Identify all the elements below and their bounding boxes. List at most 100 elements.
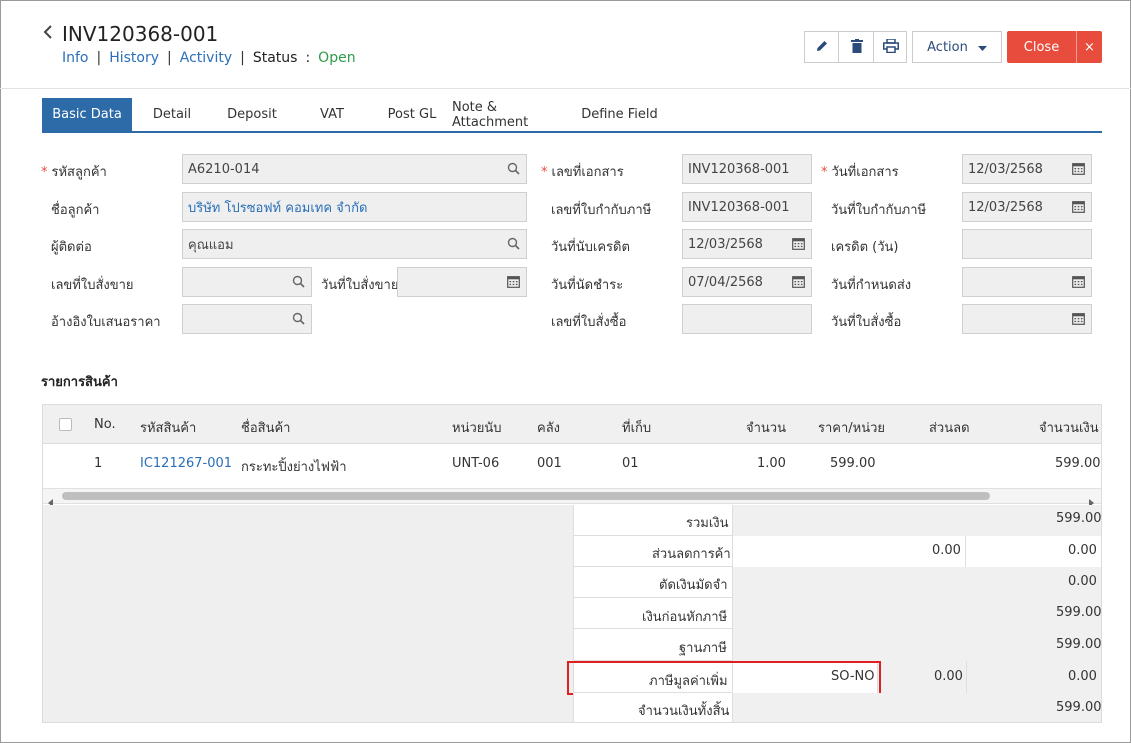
col-header-quantity[interactable]: จำนวน bbox=[746, 417, 786, 438]
credit-start-field[interactable]: 12/03/2568 bbox=[682, 229, 812, 259]
row-item-name: กระทะปิ้งย่างไฟฟ้า bbox=[241, 460, 347, 475]
row-item-code-link[interactable]: IC121267-001 bbox=[140, 456, 232, 471]
printer-icon bbox=[882, 37, 899, 57]
document-number: INV120368-001 bbox=[62, 22, 219, 46]
grand-total-value: 599.00 bbox=[1056, 700, 1102, 715]
tab-basic-data[interactable]: Basic Data bbox=[42, 98, 132, 131]
col-header-discount[interactable]: ส่วนลด bbox=[929, 417, 970, 438]
vat-rate-value: 0.00 bbox=[934, 669, 963, 684]
select-all-checkbox[interactable] bbox=[59, 418, 72, 431]
total-field bbox=[732, 505, 1101, 536]
search-icon[interactable] bbox=[292, 275, 305, 292]
customer-name-field[interactable]: บริษัท โปรซอฟท์ คอมเทค จำกัด bbox=[182, 192, 527, 222]
tab-note-attachment[interactable]: Note & Attachment bbox=[452, 98, 572, 131]
contact-value: คุณแอม bbox=[188, 237, 234, 253]
customer-code-field[interactable]: A6210-014 bbox=[182, 154, 527, 184]
credit-start-label: วันที่นับเครดิต bbox=[551, 240, 630, 255]
close-icon[interactable]: × bbox=[1076, 31, 1102, 63]
scrollbar-thumb[interactable] bbox=[62, 492, 990, 500]
grand-total-label: จำนวนเงินทั้งสิ้น bbox=[638, 704, 730, 719]
calendar-icon[interactable] bbox=[1072, 162, 1085, 179]
close-label: Close bbox=[1023, 39, 1060, 55]
calendar-icon[interactable] bbox=[792, 275, 805, 292]
tax-invoice-date-label: วันที่ใบกำกับภาษี bbox=[831, 203, 927, 218]
delivery-date-label: วันที่กำหนดส่ง bbox=[831, 278, 912, 293]
row-warehouse: 001 bbox=[537, 456, 562, 471]
delete-button[interactable] bbox=[839, 31, 874, 63]
vat-amount-value: 0.00 bbox=[1068, 669, 1097, 684]
col-header-no[interactable]: No. bbox=[94, 417, 116, 432]
tab-deposit[interactable]: Deposit bbox=[212, 98, 292, 131]
search-icon[interactable] bbox=[507, 162, 520, 179]
po-number-field[interactable] bbox=[682, 304, 812, 334]
vat-highlight-box bbox=[567, 661, 881, 695]
trade-discount-pct: 0.00 bbox=[932, 543, 961, 558]
doc-date-label: * วันที่เอกสาร bbox=[821, 165, 899, 180]
col-header-item-name[interactable]: ชื่อสินค้า bbox=[241, 417, 290, 438]
col-header-unit-price[interactable]: ราคา/หน่วย bbox=[818, 417, 885, 438]
row-unit-price: 599.00 bbox=[830, 456, 876, 471]
action-dropdown[interactable]: Action bbox=[912, 31, 1002, 63]
doc-date-value: 12/03/2568 bbox=[968, 161, 1043, 177]
row-location: 01 bbox=[622, 456, 639, 471]
tab-vat[interactable]: VAT bbox=[292, 98, 372, 131]
tax-invoice-number-field[interactable]: INV120368-001 bbox=[682, 192, 812, 222]
calendar-icon[interactable] bbox=[1072, 312, 1085, 329]
customer-code-value: A6210-014 bbox=[188, 161, 260, 177]
so-number-field[interactable] bbox=[182, 267, 312, 297]
calendar-icon[interactable] bbox=[507, 275, 520, 292]
search-icon[interactable] bbox=[292, 312, 305, 329]
so-date-field[interactable] bbox=[397, 267, 527, 297]
close-button[interactable]: Close × bbox=[1007, 31, 1102, 63]
tab-post-gl[interactable]: Post GL bbox=[372, 98, 452, 131]
col-header-warehouse[interactable]: คลัง bbox=[537, 417, 560, 438]
calendar-icon[interactable] bbox=[1072, 275, 1085, 292]
so-number-label: เลขที่ใบสั่งขาย bbox=[51, 278, 134, 293]
info-link[interactable]: Info bbox=[62, 50, 89, 66]
nav-separator: | bbox=[167, 50, 172, 66]
doc-number-label: * เลขที่เอกสาร bbox=[541, 165, 624, 180]
col-header-unit[interactable]: หน่วยนับ bbox=[452, 417, 502, 438]
trade-discount-pct-field[interactable] bbox=[732, 536, 965, 567]
contact-field[interactable]: คุณแอม bbox=[182, 229, 527, 259]
col-header-amount[interactable]: จำนวนเงิน bbox=[1039, 417, 1099, 438]
tax-invoice-date-field[interactable]: 12/03/2568 bbox=[962, 192, 1092, 222]
before-tax-field bbox=[732, 598, 1101, 629]
status-value: Open bbox=[318, 50, 356, 66]
customer-name-value: บริษัท โปรซอฟท์ คอมเทค จำกัด bbox=[188, 200, 368, 216]
caret-down-icon bbox=[977, 40, 987, 55]
delivery-date-field[interactable] bbox=[962, 267, 1092, 297]
before-tax-value: 599.00 bbox=[1056, 605, 1102, 620]
tax-invoice-date-value: 12/03/2568 bbox=[968, 199, 1043, 215]
deposit-field bbox=[732, 567, 1101, 598]
search-icon[interactable] bbox=[507, 237, 520, 254]
col-header-location[interactable]: ที่เก็บ bbox=[622, 417, 651, 438]
po-date-label: วันที่ใบสั่งซื้อ bbox=[831, 315, 902, 330]
doc-number-field[interactable]: INV120368-001 bbox=[682, 154, 812, 184]
tab-define-field[interactable]: Define Field bbox=[572, 98, 667, 131]
calendar-icon[interactable] bbox=[1072, 200, 1085, 217]
row-no: 1 bbox=[94, 456, 103, 471]
status-colon: : bbox=[305, 50, 311, 66]
po-date-field[interactable] bbox=[962, 304, 1092, 334]
quotation-ref-label: อ้างอิงใบเสนอราคา bbox=[51, 315, 161, 330]
print-button[interactable] bbox=[873, 31, 908, 63]
chevron-left-icon[interactable] bbox=[42, 24, 54, 45]
activity-link[interactable]: Activity bbox=[180, 50, 232, 66]
history-link[interactable]: History bbox=[109, 50, 159, 66]
due-date-field[interactable]: 07/04/2568 bbox=[682, 267, 812, 297]
tax-base-field bbox=[732, 629, 1101, 661]
credit-days-field[interactable] bbox=[962, 229, 1092, 259]
edit-button[interactable] bbox=[804, 31, 839, 63]
due-date-value: 07/04/2568 bbox=[688, 274, 763, 290]
calendar-icon[interactable] bbox=[792, 237, 805, 254]
doc-date-field[interactable]: 12/03/2568 bbox=[962, 154, 1092, 184]
tax-invoice-number-label: เลขที่ใบกำกับภาษี bbox=[551, 203, 652, 218]
nav-separator: | bbox=[96, 50, 102, 66]
quotation-ref-field[interactable] bbox=[182, 304, 312, 334]
credit-start-value: 12/03/2568 bbox=[688, 236, 763, 252]
tab-detail[interactable]: Detail bbox=[132, 98, 212, 131]
row-amount: 599.00 bbox=[1055, 456, 1101, 471]
customer-name-label: ชื่อลูกค้า bbox=[51, 203, 100, 218]
col-header-item-code[interactable]: รหัสสินค้า bbox=[140, 417, 196, 438]
